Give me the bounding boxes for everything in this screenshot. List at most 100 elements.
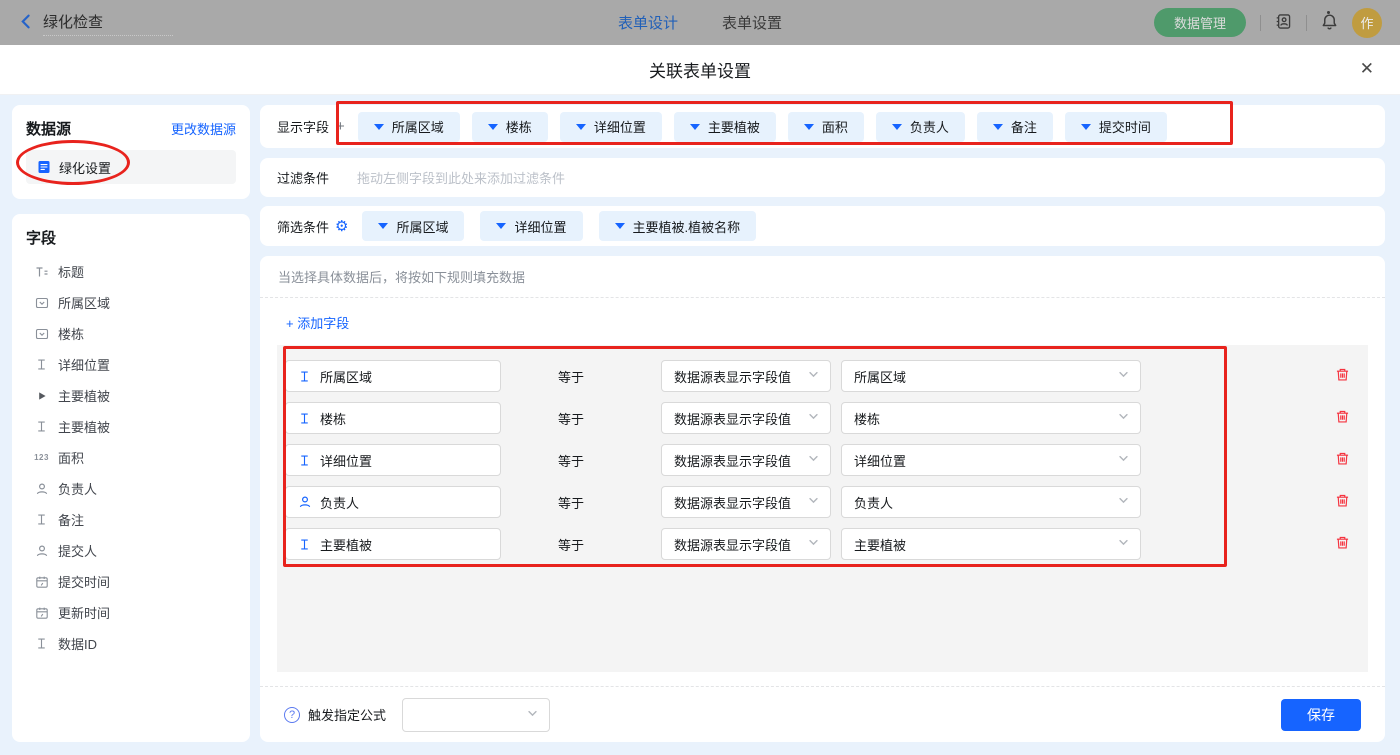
chevron-down-icon: [807, 494, 820, 510]
display-field-tag[interactable]: 所属区域: [358, 112, 460, 142]
tab-form-design[interactable]: 表单设计: [618, 12, 678, 33]
screen-condition-tag[interactable]: 详细位置: [480, 211, 582, 241]
subform-icon: [34, 391, 49, 401]
close-icon[interactable]: ✕: [1360, 59, 1374, 79]
dropdown-arrow-icon: [1081, 124, 1091, 130]
field-list-item[interactable]: 数据ID: [26, 628, 236, 659]
display-field-tags: 所属区域 楼栋 详细位置 主要植被 面积: [358, 112, 1167, 142]
formula-select[interactable]: [402, 698, 550, 732]
delete-rule-button[interactable]: [1335, 409, 1350, 427]
add-field-row: + 添加字段: [260, 298, 1385, 345]
add-display-field-button[interactable]: +: [336, 118, 345, 135]
rule-field-input[interactable]: 所属区域: [285, 360, 501, 392]
rule-source-select[interactable]: 数据源表显示字段值: [661, 528, 831, 560]
field-list-item[interactable]: 楼栋: [26, 318, 236, 349]
text-icon: [297, 454, 312, 467]
field-label: 更新时间: [58, 603, 110, 622]
rule-value-select[interactable]: 负责人: [841, 486, 1141, 518]
delete-rule-button[interactable]: [1335, 493, 1350, 511]
filter-dropzone[interactable]: 拖动左侧字段到此处来添加过滤条件: [357, 168, 565, 187]
rule-row: 负责人 等于 数据源表显示字段值 负责人: [285, 481, 1368, 523]
field-list-item[interactable]: 标题: [26, 256, 236, 287]
rule-source-select[interactable]: 数据源表显示字段值: [661, 402, 831, 434]
field-label: 主要植被: [58, 417, 110, 436]
display-field-tag[interactable]: 主要植被: [674, 112, 776, 142]
field-list-item[interactable]: 提交时间: [26, 566, 236, 597]
display-field-tag[interactable]: 楼栋: [472, 112, 548, 142]
display-field-tag[interactable]: 提交时间: [1065, 112, 1167, 142]
chevron-down-icon: [807, 410, 820, 426]
fill-rules-card: 当选择具体数据后，将按如下规则填充数据 + 添加字段 所属区域 等于 数据源表显…: [260, 256, 1385, 742]
delete-rule-button[interactable]: [1335, 367, 1350, 385]
contacts-icon[interactable]: [1275, 13, 1292, 33]
delete-rule-button[interactable]: [1335, 451, 1350, 469]
field-label: 提交时间: [58, 572, 110, 591]
dropdown-arrow-icon: [488, 124, 498, 130]
form-title[interactable]: 绿化检查: [43, 9, 173, 36]
rule-source-select[interactable]: 数据源表显示字段值: [661, 444, 831, 476]
change-datasource-link[interactable]: 更改数据源: [171, 119, 236, 138]
dropdown-arrow-icon: [374, 124, 384, 130]
date-icon: [34, 575, 49, 589]
field-list-item[interactable]: 详细位置: [26, 349, 236, 380]
display-field-tag[interactable]: 备注: [977, 112, 1053, 142]
rule-source-select[interactable]: 数据源表显示字段值: [661, 360, 831, 392]
notification-bell-icon[interactable]: [1321, 13, 1338, 33]
rule-field-label: 楼栋: [320, 409, 346, 428]
filter-label: 过滤条件: [277, 168, 329, 187]
tag-label: 详细位置: [594, 117, 646, 136]
avatar[interactable]: 作: [1352, 8, 1382, 38]
topbar: 绿化检查 表单设计 表单设置 数据管理 作: [0, 0, 1400, 45]
screen-condition-tag[interactable]: 所属区域: [362, 211, 464, 241]
filter-condition-row: 过滤条件 拖动左侧字段到此处来添加过滤条件: [260, 158, 1385, 197]
back-chevron-icon: [18, 13, 35, 33]
rule-field-input[interactable]: 主要植被: [285, 528, 501, 560]
field-list-item[interactable]: 更新时间: [26, 597, 236, 628]
display-field-tag[interactable]: 详细位置: [560, 112, 662, 142]
rule-value-select[interactable]: 楼栋: [841, 402, 1141, 434]
field-list-item[interactable]: 负责人: [26, 473, 236, 504]
field-label: 提交人: [58, 541, 97, 560]
add-field-button[interactable]: + 添加字段: [286, 316, 349, 331]
rule-row: 楼栋 等于 数据源表显示字段值 楼栋: [285, 397, 1368, 439]
field-list-item[interactable]: 提交人: [26, 535, 236, 566]
fields-title: 字段: [26, 227, 236, 248]
tag-label: 提交时间: [1099, 117, 1151, 136]
back-button[interactable]: [18, 13, 35, 33]
display-field-tag[interactable]: 面积: [788, 112, 864, 142]
field-list-item[interactable]: 主要植被: [26, 380, 236, 411]
tag-label: 备注: [1011, 117, 1037, 136]
rule-value-select[interactable]: 主要植被: [841, 528, 1141, 560]
tag-label: 所属区域: [396, 217, 448, 236]
field-list-item[interactable]: 主要植被: [26, 411, 236, 442]
person-icon: [34, 482, 49, 496]
chevron-down-icon: [1117, 452, 1130, 468]
rule-field-input[interactable]: 负责人: [285, 486, 501, 518]
display-fields-label: 显示字段: [277, 117, 329, 136]
rule-field-input[interactable]: 楼栋: [285, 402, 501, 434]
field-list-item[interactable]: 备注: [26, 504, 236, 535]
rule-value-select[interactable]: 详细位置: [841, 444, 1141, 476]
field-label: 标题: [58, 262, 84, 281]
field-list-item[interactable]: 所属区域: [26, 287, 236, 318]
text-icon: [34, 513, 49, 526]
text-icon: [34, 637, 49, 650]
rule-field-label: 详细位置: [320, 451, 372, 470]
gear-icon[interactable]: ⚙: [335, 217, 348, 235]
display-field-tag[interactable]: 负责人: [876, 112, 965, 142]
chevron-down-icon: [1117, 410, 1130, 426]
fields-card: 字段 标题 所属区域 楼栋 详细位置 主要植: [12, 214, 250, 742]
datasource-item[interactable]: 绿化设置: [26, 150, 236, 184]
rule-source-select[interactable]: 数据源表显示字段值: [661, 486, 831, 518]
data-manage-button[interactable]: 数据管理: [1154, 8, 1246, 37]
help-icon[interactable]: ?: [284, 707, 300, 723]
rule-field-input[interactable]: 详细位置: [285, 444, 501, 476]
trash-icon: [1335, 409, 1350, 427]
field-label: 数据ID: [58, 634, 97, 653]
rule-value-select[interactable]: 所属区域: [841, 360, 1141, 392]
delete-rule-button[interactable]: [1335, 535, 1350, 553]
tab-form-settings[interactable]: 表单设置: [722, 12, 782, 33]
screen-condition-tag[interactable]: 主要植被.植被名称: [599, 211, 757, 241]
field-list-item[interactable]: 123 面积: [26, 442, 236, 473]
save-button[interactable]: 保存: [1281, 699, 1361, 731]
